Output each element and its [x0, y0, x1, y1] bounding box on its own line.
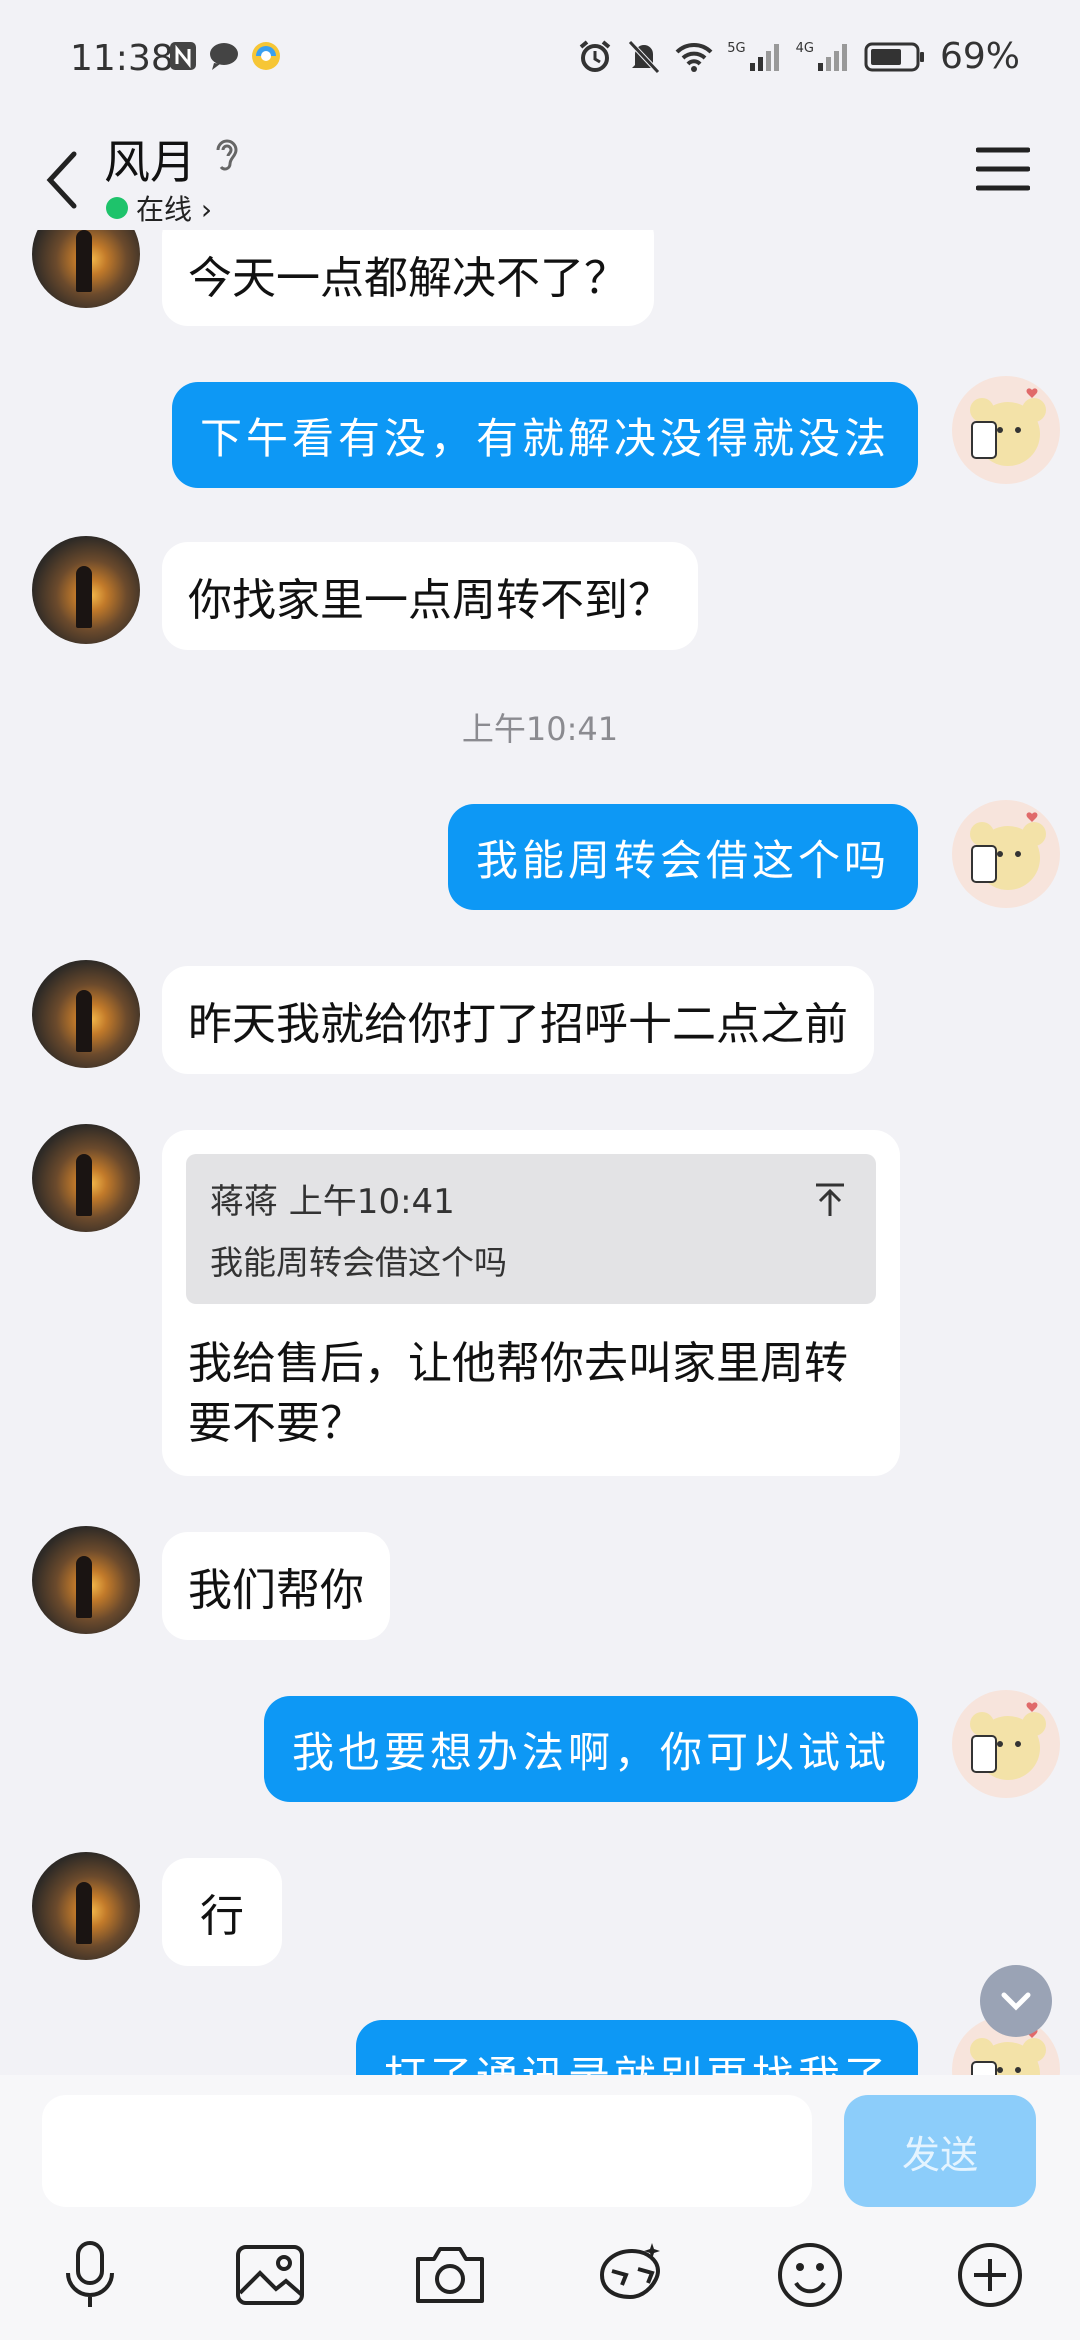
- jump-to-original-icon[interactable]: [810, 1180, 850, 1220]
- message-bubble-outgoing[interactable]: 我能周转会借这个吗: [447, 804, 918, 910]
- friend-avatar[interactable]: [32, 230, 140, 308]
- message-bubble-outgoing[interactable]: 打了通讯录就别再找我了: [355, 2020, 918, 2076]
- message-bubble-incoming[interactable]: 你找家里一点周转不到？: [162, 542, 698, 650]
- message-bubble-outgoing[interactable]: 我也要想办法啊，你可以试试: [263, 1696, 918, 1802]
- quote-sender-time: 蒋蒋 上午10:41: [210, 1182, 455, 1222]
- battery-icon: [864, 42, 924, 71]
- message-text: 行: [200, 1891, 244, 1942]
- red-packet-icon[interactable]: [590, 2235, 670, 2315]
- chat-message-list[interactable]: 今天一点都解决不了？ 下午看有没，有就解决没得就没法 你找家里一点周转不到？ 上…: [0, 230, 1080, 2075]
- input-bar: 发送: [0, 2075, 1080, 2340]
- network-type-1: 5G: [727, 40, 746, 56]
- online-status[interactable]: 在线 ›: [106, 188, 212, 228]
- message-bubble-incoming[interactable]: 行: [162, 1858, 282, 1966]
- friend-avatar[interactable]: [32, 536, 140, 644]
- message-text: 我也要想办法啊，你可以试试: [291, 1727, 890, 1777]
- chevron-down-icon: [1001, 1992, 1031, 2011]
- message-bubble-outgoing[interactable]: 下午看有没，有就解决没得就没法: [171, 382, 918, 488]
- message-text: 我能周转会借这个吗: [475, 835, 890, 885]
- message-text: 昨天我就给你打了招呼十二点之前: [188, 999, 848, 1050]
- quote-text: 我能周转会借这个吗: [210, 1243, 507, 1282]
- message-text: 今天一点都解决不了？: [188, 253, 628, 304]
- message-bubble-quoted-reply[interactable]: 蒋蒋 上午10:41 我能周转会借这个吗 我给售后，让他帮你去叫家里周转要不要？: [162, 1130, 900, 1476]
- status-time: 11:38: [70, 38, 174, 79]
- nfc-icon: [170, 42, 196, 70]
- status-notification-icons: [168, 40, 282, 72]
- status-bar: 11:38 5G 4G 69%: [0, 0, 1080, 120]
- alarm-icon: [579, 39, 611, 72]
- signal-4g-icon: 4G: [796, 41, 850, 73]
- message-text: 下午看有没，有就解决没得就没法: [199, 413, 890, 463]
- online-dot: [106, 197, 128, 219]
- emoji-icon[interactable]: [770, 2235, 850, 2315]
- menu-icon[interactable]: [976, 144, 1030, 194]
- self-avatar[interactable]: [952, 1690, 1060, 1798]
- contact-name[interactable]: 风月: [104, 126, 196, 192]
- signal-5g-icon: 5G: [727, 41, 781, 73]
- message-text: 你找家里一点周转不到？: [188, 575, 672, 626]
- puppy-avatar-icon: [970, 812, 1046, 890]
- image-icon[interactable]: [230, 2235, 310, 2315]
- scroll-to-bottom-button[interactable]: [980, 1965, 1052, 2037]
- friend-avatar[interactable]: [32, 960, 140, 1068]
- wifi-icon: [675, 42, 713, 72]
- back-icon[interactable]: [30, 140, 90, 220]
- self-avatar[interactable]: [952, 376, 1060, 484]
- send-button[interactable]: 发送: [844, 2095, 1036, 2207]
- puppy-avatar-icon: [970, 1702, 1046, 1780]
- message-bubble-incoming[interactable]: 今天一点都解决不了？: [162, 230, 654, 326]
- message-text: 打了通讯录就别再找我了: [384, 2043, 890, 2076]
- message-text: 我们帮你: [188, 1565, 364, 1616]
- friend-avatar[interactable]: [32, 1526, 140, 1634]
- mute-icon: [628, 39, 661, 74]
- plus-icon[interactable]: [950, 2235, 1030, 2315]
- message-timestamp: 上午10:41: [461, 710, 619, 748]
- online-status-text: 在线 ›: [136, 193, 213, 226]
- status-system-icons: 5G 4G 69%: [577, 36, 1020, 77]
- friend-avatar[interactable]: [32, 1852, 140, 1960]
- message-bubble-incoming[interactable]: 昨天我就给你打了招呼十二点之前: [162, 966, 874, 1074]
- self-avatar[interactable]: [952, 800, 1060, 908]
- message-input[interactable]: [42, 2095, 812, 2207]
- message-icon: [210, 43, 238, 70]
- message-bubble-incoming[interactable]: 我们帮你: [162, 1532, 390, 1640]
- quoted-message[interactable]: 蒋蒋 上午10:41 我能周转会借这个吗: [186, 1154, 876, 1304]
- ear-icon[interactable]: [208, 134, 244, 178]
- message-text: 我给售后，让他帮你去叫家里周转要不要？: [188, 1338, 848, 1449]
- network-type-2: 4G: [795, 40, 814, 56]
- chat-header: 风月 在线 ›: [0, 120, 1080, 230]
- input-toolbar: [0, 2235, 1080, 2325]
- app-notification-icon: [252, 42, 280, 70]
- battery-percent: 69%: [939, 36, 1020, 77]
- friend-avatar[interactable]: [32, 1124, 140, 1232]
- puppy-avatar-icon: [970, 388, 1046, 466]
- camera-icon[interactable]: [410, 2235, 490, 2315]
- microphone-icon[interactable]: [50, 2235, 130, 2315]
